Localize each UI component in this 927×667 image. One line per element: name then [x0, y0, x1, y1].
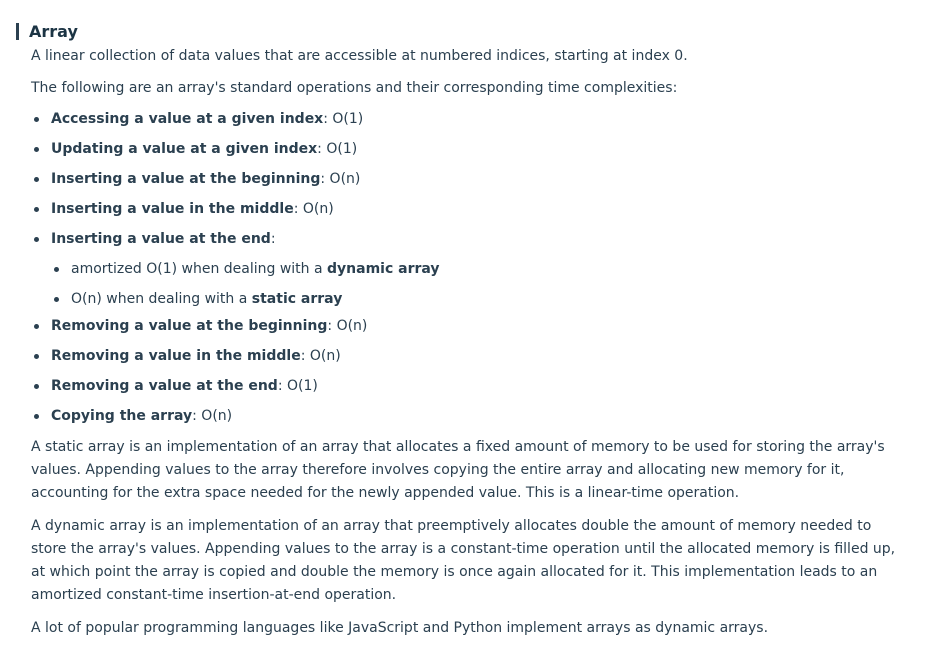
operation-name: Inserting a value at the beginning	[51, 171, 321, 187]
list-item: Removing a value at the end: O(1)	[31, 375, 911, 397]
sub-item-text: O(n) when dealing with a	[71, 291, 252, 307]
operation-complexity: : O(n)	[300, 348, 341, 364]
operation-complexity: : O(n)	[320, 171, 361, 187]
operation-name: Accessing a value at a given index	[51, 111, 324, 127]
operation-name: Removing a value in the middle	[51, 348, 301, 364]
operation-name: Copying the array	[51, 408, 193, 424]
popular-languages-paragraph: A lot of popular programming languages l…	[31, 620, 769, 636]
content-body: A linear collection of data values that …	[31, 45, 911, 640]
operation-complexity: :	[270, 231, 276, 247]
operation-complexity: : O(1)	[317, 141, 358, 157]
intro-text: The following are an array's standard op…	[31, 80, 678, 96]
operation-name: Updating a value at a given index	[51, 141, 318, 157]
list-item: Inserting a value at the beginning: O(n)	[31, 168, 911, 190]
definition-text: A linear collection of data values that …	[31, 48, 688, 64]
page-title: Array	[29, 21, 78, 41]
operations-list: Accessing a value at a given index: O(1)…	[31, 108, 911, 427]
static-array-paragraph: A static array is an implementation of a…	[31, 439, 885, 501]
operation-complexity: : O(1)	[323, 111, 364, 127]
sub-list-item: amortized O(1) when dealing with a dynam…	[51, 258, 911, 280]
list-item: Accessing a value at a given index: O(1)	[31, 108, 911, 130]
sub-list-item: O(n) when dealing with a static array	[51, 288, 911, 310]
list-item: Inserting a value at the end: amortized …	[31, 228, 911, 310]
operation-name: Removing a value at the beginning	[51, 318, 328, 334]
operation-name: Removing a value at the end	[51, 378, 278, 394]
operation-complexity: : O(1)	[277, 378, 318, 394]
sub-item-text: amortized O(1) when dealing with a	[71, 261, 328, 277]
list-item: Removing a value in the middle: O(n)	[31, 345, 911, 367]
operation-name: Inserting a value at the end	[51, 231, 271, 247]
heading-accent-bar	[16, 22, 19, 40]
operation-complexity: : O(n)	[327, 318, 368, 334]
sub-item-term: dynamic array	[327, 261, 440, 277]
list-item: Removing a value at the beginning: O(n)	[31, 315, 911, 337]
sub-item-term: static array	[251, 291, 343, 307]
explanation-paragraphs: A static array is an implementation of a…	[31, 436, 911, 640]
list-item: Updating a value at a given index: O(1)	[31, 138, 911, 160]
list-item: Inserting a value in the middle: O(n)	[31, 198, 911, 220]
list-item: Copying the array: O(n)	[31, 405, 911, 427]
dynamic-array-paragraph: A dynamic array is an implementation of …	[31, 518, 896, 603]
operation-complexity: : O(n)	[293, 201, 334, 217]
operation-complexity: : O(n)	[192, 408, 233, 424]
insert-end-sublist: amortized O(1) when dealing with a dynam…	[51, 258, 911, 310]
operation-name: Inserting a value in the middle	[51, 201, 294, 217]
section-heading: Array	[16, 21, 78, 41]
